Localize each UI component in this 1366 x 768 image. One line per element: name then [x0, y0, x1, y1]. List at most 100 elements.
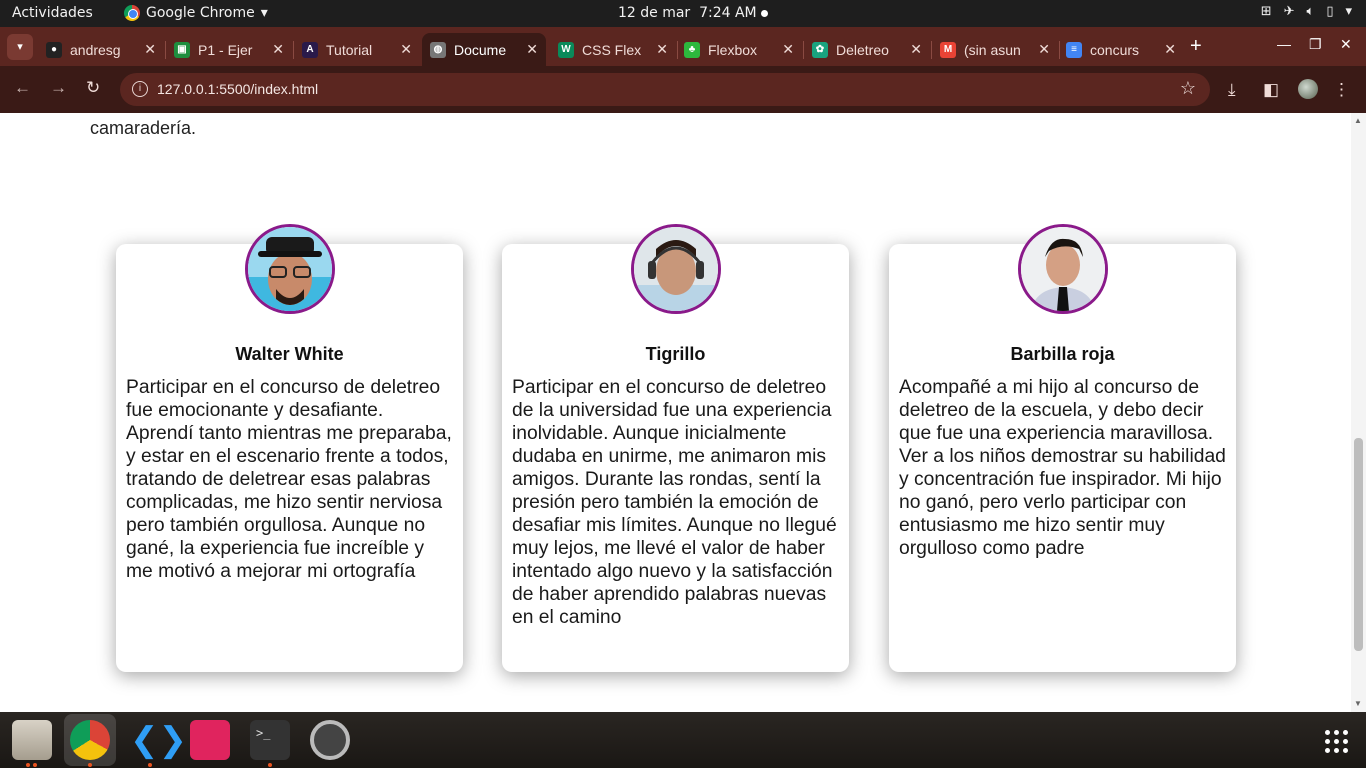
running-indicator — [33, 763, 37, 767]
vscode-icon[interactable]: ❮❯ — [130, 720, 187, 760]
browser-tab[interactable]: W CSS Flex ✕ — [550, 33, 676, 66]
profile-avatar[interactable] — [1298, 79, 1318, 99]
avatar — [244, 224, 335, 314]
close-tab-icon[interactable]: ✕ — [910, 41, 922, 58]
info-icon[interactable]: i — [132, 81, 148, 97]
close-tab-icon[interactable]: ✕ — [656, 41, 668, 58]
show-apps-icon[interactable] — [1325, 730, 1348, 753]
airplane-icon: ✈ — [1283, 4, 1295, 19]
close-tab-icon[interactable]: ✕ — [1164, 41, 1176, 58]
browser-tab[interactable]: ≡ concurs ✕ — [1058, 33, 1184, 66]
page-viewport: camaradería. Walter White Participar en … — [0, 113, 1366, 712]
tab-title: Deletreo — [836, 41, 889, 58]
terminal-icon[interactable]: >_ — [250, 720, 290, 760]
system-tray[interactable]: ⊞ ✈ 🔈︎ ▯ ▾ — [1261, 4, 1352, 19]
scrollbar-thumb[interactable] — [1354, 438, 1363, 651]
chrome-icon — [124, 5, 140, 21]
screenshot-icon[interactable] — [190, 720, 230, 760]
bookmark-star-icon[interactable]: ☆ — [1180, 78, 1196, 99]
avatar — [630, 224, 721, 314]
browser-tab[interactable]: ▣ P1 - Ejer ✕ — [166, 33, 292, 66]
browser-toolbar: ← → ↻ i 127.0.0.1:5500/index.html ☆ ⤓ ◧ … — [0, 66, 1366, 113]
close-tab-icon[interactable]: ✕ — [400, 41, 412, 58]
system-top-bar: Actividades Google Chrome ▾ 12 de mar 7:… — [0, 0, 1366, 27]
close-tab-icon[interactable]: ✕ — [782, 41, 794, 58]
tab-title: concurs — [1090, 41, 1140, 58]
tab-title: Flexbox — [708, 41, 758, 58]
tab-search-button[interactable]: ▾ — [7, 34, 33, 60]
tab-title: CSS Flex — [582, 41, 642, 58]
dock: ❮❯ >_ — [0, 712, 1366, 768]
running-indicator — [148, 763, 152, 767]
card-text: Participar en el concurso de deletreo de… — [512, 377, 837, 628]
scroll-up-arrow-icon[interactable]: ▲ — [1354, 116, 1362, 125]
app-menu[interactable]: Google Chrome ▾ — [124, 5, 268, 21]
close-tab-icon[interactable]: ✕ — [526, 41, 538, 58]
gmail-icon: M — [940, 41, 956, 58]
browser-tab[interactable]: ✿ Deletreo ✕ — [804, 33, 930, 66]
maximize-button[interactable]: ❐ — [1309, 36, 1322, 53]
card-name: Tigrillo — [645, 344, 706, 364]
new-tab-button[interactable]: + — [1190, 35, 1202, 58]
testimonial-card: Walter White Participar en el concurso d… — [116, 224, 463, 672]
browser-tab[interactable]: ● andresg ✕ — [38, 33, 164, 66]
activities-button[interactable]: Actividades — [12, 5, 93, 21]
battery-icon: ▯ — [1326, 4, 1334, 19]
close-tab-icon[interactable]: ✕ — [144, 41, 156, 58]
globe-icon: ◍ — [430, 41, 446, 58]
testimonial-card: Tigrillo Participar en el concurso de de… — [502, 224, 849, 672]
browser-tab[interactable]: ♣ Flexbox ✕ — [676, 33, 802, 66]
reload-button[interactable]: ↻ — [86, 78, 100, 98]
back-button[interactable]: ← — [14, 78, 31, 98]
testimonial-card: Barbilla roja Acompañé a mi hijo al conc… — [889, 224, 1236, 672]
notification-dot — [761, 10, 768, 17]
github-icon: ● — [46, 41, 62, 58]
tab-title: P1 - Ejer — [198, 41, 253, 58]
app-name: Google Chrome — [146, 5, 255, 21]
scroll-down-arrow-icon[interactable]: ▼ — [1354, 699, 1362, 708]
tab-title: (sin asun — [964, 41, 1021, 58]
tab-title: Docume — [454, 41, 507, 58]
chatgpt-icon: ✿ — [812, 41, 828, 58]
card-text: Participar en el concurso de deletreo fu… — [126, 377, 452, 582]
page-scrollbar[interactable]: ▲ ▼ — [1351, 113, 1366, 712]
time-label: 7:24 AM — [699, 5, 757, 21]
card-name: Walter White — [235, 344, 344, 364]
side-panel-icon[interactable]: ◧ — [1263, 80, 1279, 100]
forward-button[interactable]: → — [50, 78, 67, 98]
date-label: 12 de mar — [618, 5, 691, 21]
close-tab-icon[interactable]: ✕ — [1038, 41, 1050, 58]
card-name: Barbilla roja — [1010, 344, 1115, 364]
volume-icon: 🔈︎ — [1306, 4, 1315, 19]
running-indicator — [88, 763, 92, 767]
close-window-button[interactable]: ✕ — [1340, 36, 1352, 53]
running-indicator — [268, 763, 272, 767]
avatar — [1017, 224, 1108, 314]
close-tab-icon[interactable]: ✕ — [272, 41, 284, 58]
clock[interactable]: 12 de mar 7:24 AM — [618, 5, 757, 21]
w-icon: W — [558, 41, 574, 58]
kebab-menu-icon[interactable]: ⋮ — [1333, 80, 1350, 100]
docs-icon: ≡ — [1066, 41, 1082, 58]
minimize-button[interactable]: — — [1277, 36, 1291, 52]
browser-tab[interactable]: A Tutorial ✕ — [294, 33, 420, 66]
chevron-down-icon: ▾ — [260, 5, 268, 21]
tab-title: andresg — [70, 41, 121, 58]
tab-title: Tutorial — [326, 41, 373, 58]
chevron-down-icon: ▾ — [1345, 4, 1352, 19]
files-icon[interactable] — [12, 720, 52, 760]
classroom-icon: ▣ — [174, 41, 190, 58]
astro-icon: A — [302, 41, 318, 58]
browser-tab[interactable]: ◍ Docume ✕ — [422, 33, 546, 66]
froggy-icon: ♣ — [684, 41, 700, 58]
intro-text-tail: camaradería. — [90, 118, 197, 138]
card-text: Acompañé a mi hijo al concurso de deletr… — [899, 377, 1226, 559]
running-indicator — [26, 763, 30, 767]
url-text[interactable]: 127.0.0.1:5500/index.html — [157, 81, 318, 97]
settings-icon[interactable] — [310, 720, 350, 760]
tab-strip: ▾ ● andresg ✕ ▣ P1 - Ejer ✕ A Tutorial ✕ ◍ Docume ✕… — [0, 27, 1366, 66]
download-icon[interactable]: ⤓ — [1228, 80, 1236, 100]
chrome-icon[interactable] — [70, 720, 110, 760]
browser-tab[interactable]: M (sin asun ✕ — [932, 33, 1058, 66]
address-bar[interactable]: i 127.0.0.1:5500/index.html ☆ — [120, 73, 1210, 106]
